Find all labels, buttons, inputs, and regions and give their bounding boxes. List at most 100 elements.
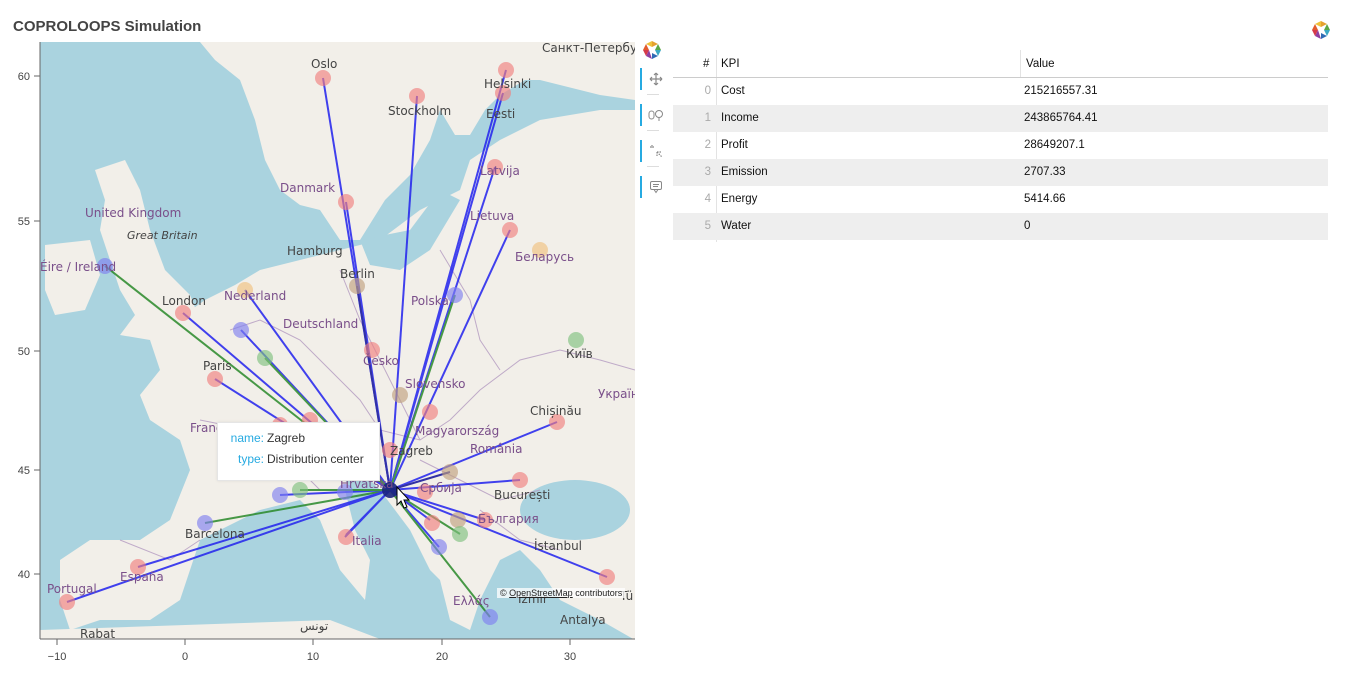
tap-tool-icon[interactable] <box>640 140 670 162</box>
map-label: Barcelona <box>185 527 245 541</box>
y-tick-label: 60 <box>18 71 30 83</box>
hover-tool-icon[interactable] <box>640 176 670 198</box>
row-index: 0 <box>704 85 711 97</box>
hover-tooltip: name: Zagreb type: Distribution center <box>217 422 380 481</box>
pan-tool-icon[interactable] <box>640 68 670 90</box>
tooltip-row-type: type: Distribution center <box>218 452 364 466</box>
row-index: 3 <box>704 166 711 178</box>
map-label: București <box>494 488 550 502</box>
kpi-name: Emission <box>721 166 768 178</box>
map-label: Great Britain <box>127 229 198 242</box>
y-tick-label: 40 <box>18 569 30 581</box>
toolbar-divider <box>647 130 659 131</box>
tooltip-key: name: <box>230 431 264 445</box>
attribution-prefix: © <box>500 588 507 598</box>
kpi-value: 5414.66 <box>1024 193 1066 205</box>
toolbar-divider <box>647 166 659 167</box>
map-label: Deutschland <box>283 317 358 331</box>
map-attribution: © OpenStreetMap contributors <box>497 588 626 598</box>
map-label: España <box>120 570 164 584</box>
map-label: Helsinki <box>484 77 531 91</box>
map-label: Oslo <box>311 57 337 71</box>
map-label: Slovensko <box>405 377 466 391</box>
map-label: Україна <box>598 387 640 401</box>
table-row[interactable]: 0 Cost 215216557.31 <box>673 78 1328 105</box>
plot-toolbar <box>638 40 668 210</box>
map-label: Nederland <box>224 289 286 303</box>
kpi-name: Water <box>721 220 752 232</box>
map-label: Санкт-Петербург <box>542 41 640 55</box>
attribution-link[interactable]: OpenStreetMap <box>509 588 573 598</box>
kpi-name: Cost <box>721 85 745 97</box>
kpi-value: 0 <box>1024 220 1031 232</box>
tooltip-row-name: name: Zagreb <box>218 431 305 445</box>
x-tick-label: −10 <box>48 651 67 663</box>
table-row[interactable]: 2 Profit 28649207.1 <box>673 132 1328 159</box>
map-label: Eesti <box>486 107 515 121</box>
table-row[interactable]: 4 Energy 5414.66 <box>673 186 1328 213</box>
row-index: 2 <box>704 139 711 151</box>
kpi-name: Energy <box>721 193 758 205</box>
kpi-value: 215216557.31 <box>1024 85 1098 97</box>
kpi-value: 2707.33 <box>1024 166 1066 178</box>
map-label: България <box>478 512 539 526</box>
table-row[interactable]: 1 Income 243865764.41 <box>673 105 1328 132</box>
table-row[interactable]: 3 Emission 2707.33 <box>673 159 1328 186</box>
map-canvas[interactable]: Oslo Stockholm Helsinki Санкт-Петербург … <box>0 40 640 676</box>
header-kpi[interactable]: KPI <box>721 58 740 70</box>
map-plot[interactable]: Oslo Stockholm Helsinki Санкт-Петербург … <box>0 40 640 676</box>
map-label: Hamburg <box>287 244 343 258</box>
x-tick-label: 10 <box>307 651 319 663</box>
map-label: Antalya <box>560 613 606 627</box>
x-tick-label: 0 <box>182 651 188 663</box>
app-title: COPROLOOPS Simulation <box>13 18 202 35</box>
toolbar-divider <box>647 94 659 95</box>
row-index: 1 <box>704 112 711 124</box>
map-label: Danmark <box>280 181 335 195</box>
y-tick-label: 55 <box>18 216 30 228</box>
kpi-value: 243865764.41 <box>1024 112 1098 124</box>
map-label: Magyarország <box>415 424 499 438</box>
header-index[interactable]: # <box>703 58 709 70</box>
map-label: Zagreb <box>390 444 433 458</box>
table-header: # KPI Value <box>673 50 1328 78</box>
row-index: 5 <box>704 220 711 232</box>
table-row[interactable]: 5 Water 0 <box>673 213 1328 240</box>
kpi-name: Profit <box>721 139 748 151</box>
kpi-value: 28649207.1 <box>1024 139 1085 151</box>
map-label: United Kingdom <box>85 206 181 220</box>
kpi-table: # KPI Value 0 Cost 215216557.31 1 Income… <box>673 50 1328 242</box>
map-label: تونس <box>300 619 328 634</box>
x-tick-label: 30 <box>564 651 576 663</box>
header-value[interactable]: Value <box>1026 58 1055 70</box>
map-label: Latvija <box>480 164 520 178</box>
row-index: 4 <box>704 193 711 205</box>
map-label: Lietuva <box>470 209 514 223</box>
tooltip-key: type: <box>237 452 264 466</box>
map-label: Éire / Ireland <box>40 259 116 274</box>
map-label: România <box>470 442 522 456</box>
map-label: Italia <box>352 534 382 548</box>
y-tick-label: 45 <box>18 465 30 477</box>
map-label: Polska <box>411 294 449 308</box>
map-label: Portugal <box>47 582 97 596</box>
map-label: Berlin <box>340 267 375 281</box>
x-tick-label: 20 <box>436 651 448 663</box>
map-label: Chișinău <box>530 404 581 418</box>
tooltip-value: Distribution center <box>267 452 364 466</box>
map-label: Србија <box>420 481 462 495</box>
kpi-name: Income <box>721 112 759 124</box>
tooltip-value: Zagreb <box>267 431 306 445</box>
bokeh-logo-icon[interactable] <box>642 40 662 60</box>
bokeh-logo-icon[interactable] <box>1311 20 1331 40</box>
map-label: London <box>162 294 206 308</box>
map-label: Stockholm <box>388 104 451 118</box>
wheel-zoom-tool-icon[interactable] <box>640 104 670 126</box>
map-label: Беларусь <box>515 250 574 264</box>
map-label: Ελλάς <box>453 594 490 608</box>
y-tick-label: 50 <box>18 346 30 358</box>
map-label: Paris <box>203 359 232 373</box>
map-label: Česko <box>363 353 399 368</box>
map-label: İstanbul <box>534 538 582 553</box>
map-label: Київ <box>566 347 593 361</box>
